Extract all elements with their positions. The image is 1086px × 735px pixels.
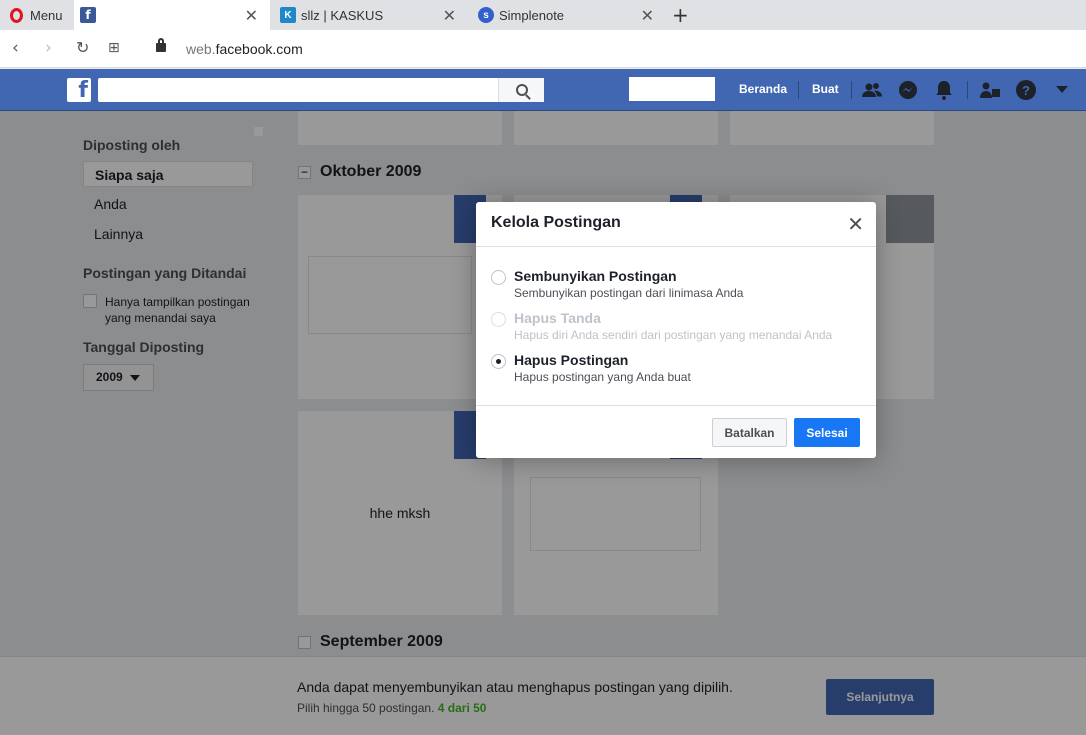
close-tab-icon[interactable]: ✕ bbox=[443, 6, 456, 25]
browser-menu-button[interactable]: Menu bbox=[0, 0, 74, 30]
option-title: Hapus Postingan bbox=[514, 352, 629, 368]
dialog-title: Kelola Postingan bbox=[491, 214, 621, 231]
opera-logo-icon bbox=[10, 7, 23, 23]
tab-kaskus[interactable]: K sllz | KASKUS ✕ bbox=[272, 0, 468, 30]
profile-link[interactable] bbox=[629, 77, 715, 101]
lock-icon bbox=[156, 38, 166, 52]
option-title: Sembunyikan Postingan bbox=[514, 268, 677, 284]
forward-icon[interactable]: › bbox=[45, 38, 52, 58]
option-description: Hapus diri Anda sendiri dari postingan y… bbox=[514, 328, 833, 342]
tab-title: Simplenote bbox=[499, 7, 565, 23]
manage-posts-dialog: Kelola Postingan ✕ Sembunyikan Postingan… bbox=[476, 202, 876, 458]
messenger-icon[interactable] bbox=[897, 79, 919, 101]
facebook-header: f Beranda Buat ? bbox=[0, 69, 1086, 111]
notifications-icon[interactable] bbox=[933, 79, 955, 101]
home-link[interactable]: Beranda bbox=[739, 82, 787, 96]
friend-requests-icon[interactable] bbox=[861, 79, 883, 101]
url-domain: facebook.com bbox=[215, 41, 303, 57]
close-tab-icon[interactable]: ✕ bbox=[245, 6, 258, 25]
header-divider bbox=[967, 81, 968, 99]
close-icon[interactable]: ✕ bbox=[847, 212, 864, 236]
facebook-logo-icon[interactable]: f bbox=[67, 78, 91, 102]
find-friends-icon[interactable] bbox=[979, 79, 1001, 101]
url-prefix: web. bbox=[186, 41, 216, 57]
option-description: Hapus postingan yang Anda buat bbox=[514, 370, 691, 384]
browser-tab-bar: Menu f ✕ K sllz | KASKUS ✕ s Simplenote … bbox=[0, 0, 1086, 30]
option-radio bbox=[491, 312, 506, 327]
dialog-header: Kelola Postingan ✕ bbox=[476, 202, 876, 247]
facebook-icon: f bbox=[80, 7, 96, 23]
search-input[interactable] bbox=[98, 78, 544, 102]
new-tab-icon[interactable]: + bbox=[672, 3, 689, 27]
account-menu-icon[interactable] bbox=[1051, 79, 1073, 101]
header-divider bbox=[851, 81, 852, 99]
svg-text:?: ? bbox=[1022, 83, 1030, 98]
url-field[interactable]: web.facebook.com bbox=[186, 41, 303, 57]
reload-icon[interactable]: ↻ bbox=[76, 38, 89, 57]
close-tab-icon[interactable]: ✕ bbox=[641, 6, 654, 25]
done-button[interactable]: Selesai bbox=[794, 418, 860, 447]
browser-menu-label: Menu bbox=[30, 7, 63, 23]
address-bar: ‹ › ↻ ⊞ web.facebook.com bbox=[0, 30, 1086, 68]
option-title: Hapus Tanda bbox=[514, 310, 601, 326]
simplenote-icon: s bbox=[478, 7, 494, 23]
option-radio[interactable] bbox=[491, 354, 506, 369]
search-icon bbox=[515, 84, 528, 96]
search-button[interactable] bbox=[498, 78, 544, 102]
option-description: Sembunyikan postingan dari linimasa Anda bbox=[514, 286, 744, 300]
cancel-button[interactable]: Batalkan bbox=[712, 418, 787, 447]
header-divider bbox=[798, 81, 799, 99]
tab-title: sllz | KASKUS bbox=[301, 7, 384, 23]
option-radio[interactable] bbox=[491, 270, 506, 285]
dialog-footer: Batalkan Selesai bbox=[476, 405, 876, 458]
help-icon[interactable]: ? bbox=[1015, 79, 1037, 101]
back-icon[interactable]: ‹ bbox=[12, 38, 19, 58]
tab-facebook[interactable]: f ✕ bbox=[74, 0, 270, 30]
kaskus-icon: K bbox=[280, 7, 296, 23]
speed-dial-icon[interactable]: ⊞ bbox=[108, 40, 120, 56]
tab-simplenote[interactable]: s Simplenote ✕ bbox=[470, 0, 666, 30]
create-link[interactable]: Buat bbox=[812, 82, 839, 96]
